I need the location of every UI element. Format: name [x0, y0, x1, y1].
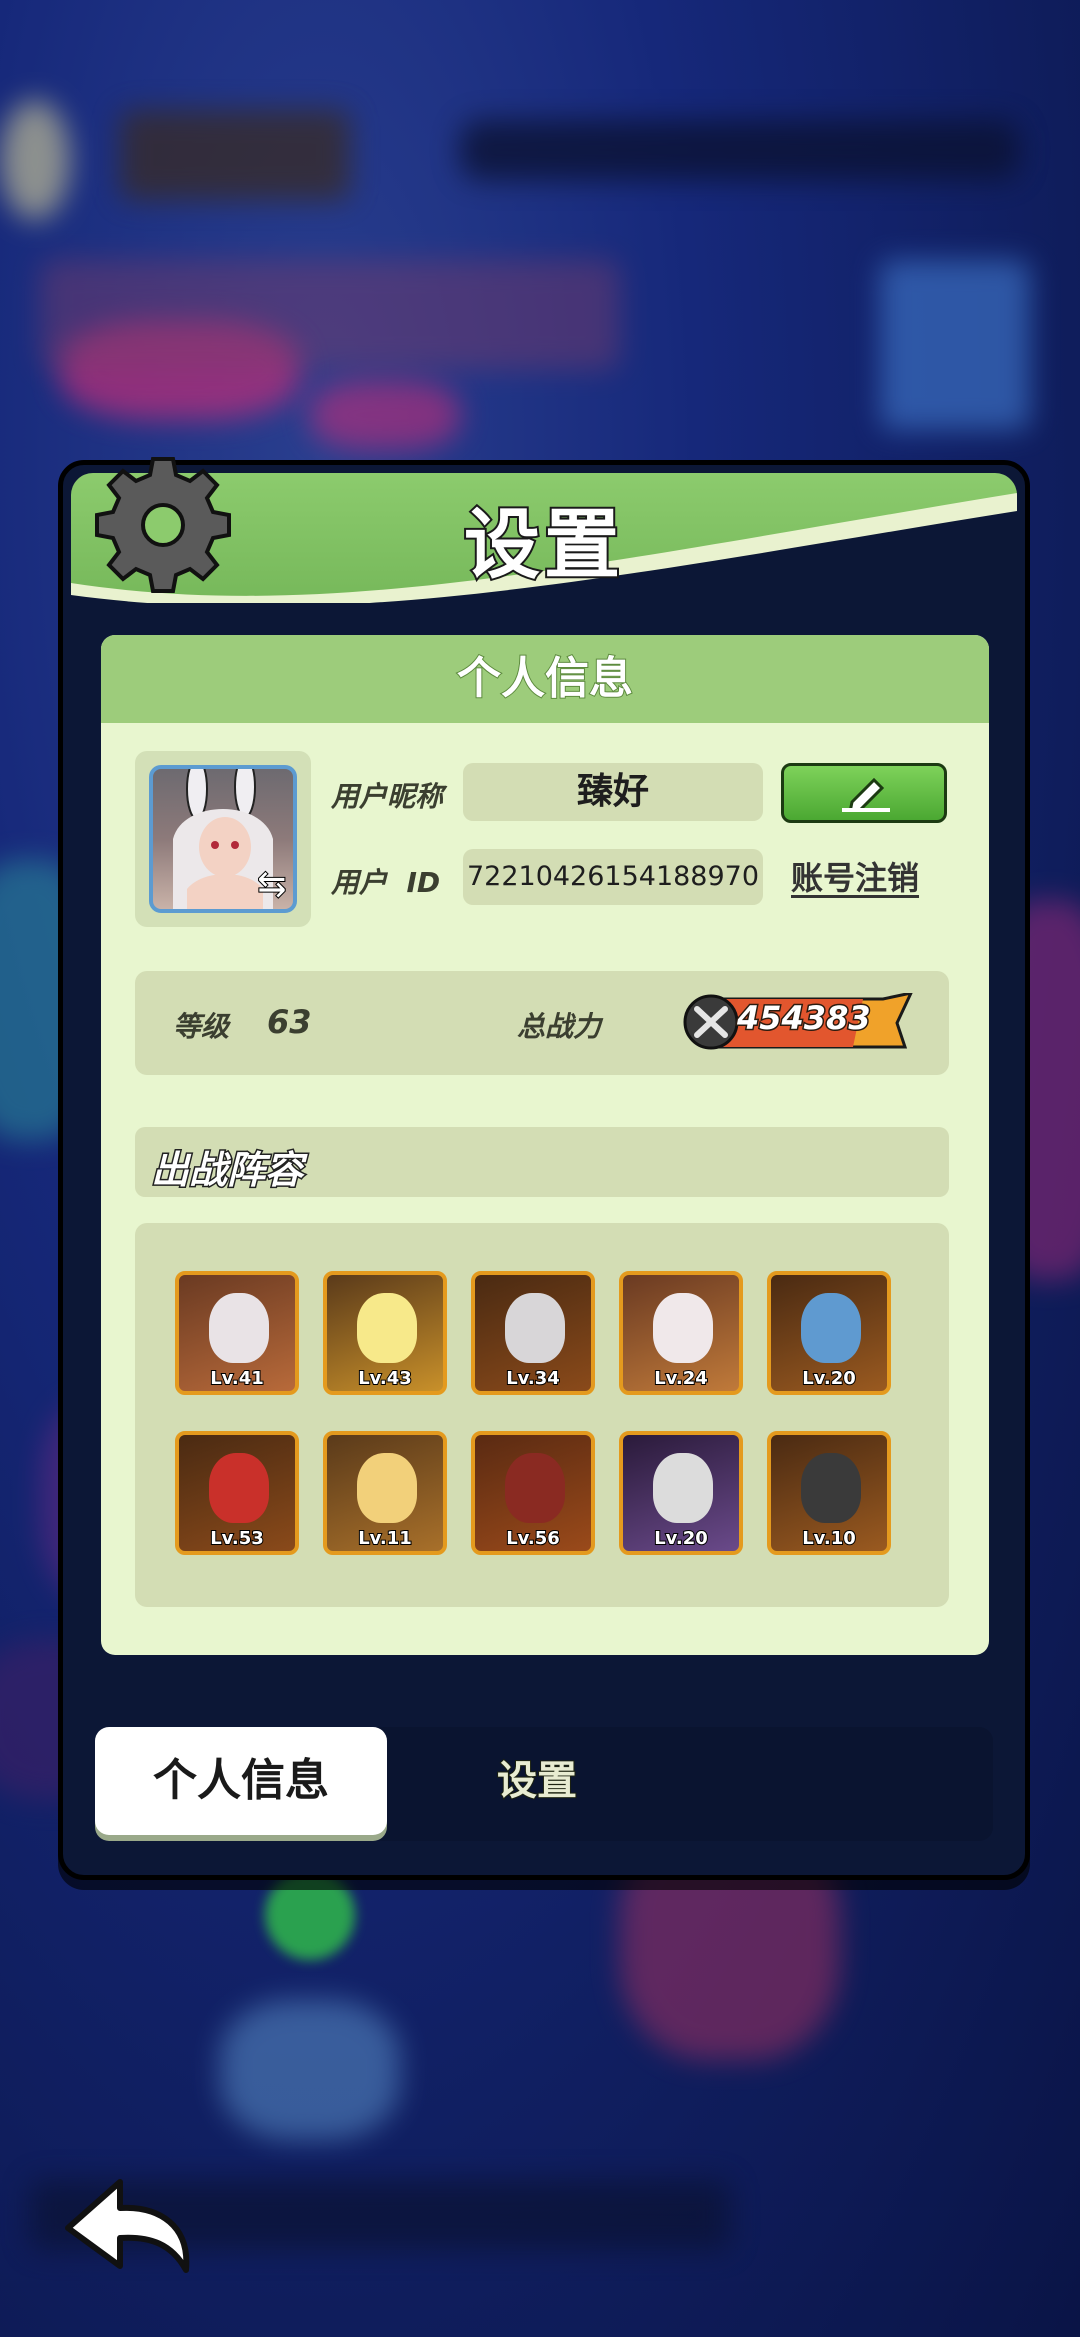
- level-label: 等级: [173, 1010, 230, 1043]
- nickname-label: 用户昵称: [331, 780, 444, 813]
- hero-slot[interactable]: Lv.34: [471, 1271, 595, 1395]
- lineup-header: 出战阵容: [135, 1127, 949, 1197]
- personal-info-card: 个人信息 ⇆ 用户昵称 臻好 用户 ID 72210426154188970 账…: [101, 635, 989, 1655]
- hero-slot[interactable]: Lv.10: [767, 1431, 891, 1555]
- settings-panel: 设置 个人信息 ⇆ 用户昵称 臻好 用户 ID 7221042615418897…: [58, 457, 1030, 1880]
- personal-info-header: 个人信息: [101, 635, 989, 723]
- nickname-value: 臻好: [463, 763, 763, 821]
- level-value: 63: [267, 1003, 312, 1041]
- pencil-icon: [842, 777, 890, 812]
- avatar-container[interactable]: ⇆: [135, 751, 311, 927]
- stats-bar: 等级 63 总战力 454383: [135, 971, 949, 1075]
- swap-avatar-icon[interactable]: ⇆: [256, 866, 287, 903]
- hero-slot[interactable]: Lv.20: [767, 1271, 891, 1395]
- tab-personal-info[interactable]: 个人信息: [95, 1727, 387, 1835]
- hero-level: Lv.11: [357, 1527, 413, 1550]
- panel-title: 设置: [462, 498, 624, 591]
- tab-bar: 个人信息 设置: [95, 1727, 993, 1841]
- hero-level: Lv.34: [505, 1367, 561, 1390]
- power-badge: 454383: [683, 990, 914, 1051]
- hero-level: Lv.56: [505, 1527, 561, 1550]
- hero-level: Lv.10: [801, 1527, 857, 1550]
- hero-level: Lv.20: [801, 1367, 857, 1390]
- edit-nickname-button[interactable]: [781, 763, 947, 823]
- hero-slot[interactable]: Lv.11: [323, 1431, 447, 1555]
- user-id-label: 用户 ID: [331, 866, 441, 899]
- hero-slot[interactable]: Lv.43: [323, 1271, 447, 1395]
- power-label: 总战力: [517, 1010, 602, 1043]
- power-value: 454383: [736, 998, 873, 1039]
- hero-level: Lv.24: [653, 1367, 709, 1390]
- hero-slot[interactable]: Lv.20: [619, 1431, 743, 1555]
- back-arrow-icon[interactable]: [60, 2170, 200, 2280]
- lineup-title: 出战阵容: [149, 1147, 304, 1194]
- hero-level: Lv.41: [209, 1367, 265, 1390]
- hero-slot[interactable]: Lv.24: [619, 1271, 743, 1395]
- hero-slot[interactable]: Lv.41: [175, 1271, 299, 1395]
- tab-settings[interactable]: 设置: [387, 1727, 687, 1835]
- hero-slot[interactable]: Lv.53: [175, 1431, 299, 1555]
- user-id-value: 72210426154188970: [463, 849, 763, 905]
- hero-level: Lv.43: [357, 1367, 413, 1390]
- hero-level: Lv.20: [653, 1527, 709, 1550]
- hero-slot[interactable]: Lv.56: [471, 1431, 595, 1555]
- avatar[interactable]: ⇆: [149, 765, 297, 913]
- hero-level: Lv.53: [209, 1527, 265, 1550]
- cancel-account-link[interactable]: 账号注销: [791, 853, 919, 899]
- lineup-grid: Lv.41 Lv.43 Lv.34 Lv.24 Lv.20 Lv.53 Lv.1…: [135, 1223, 949, 1607]
